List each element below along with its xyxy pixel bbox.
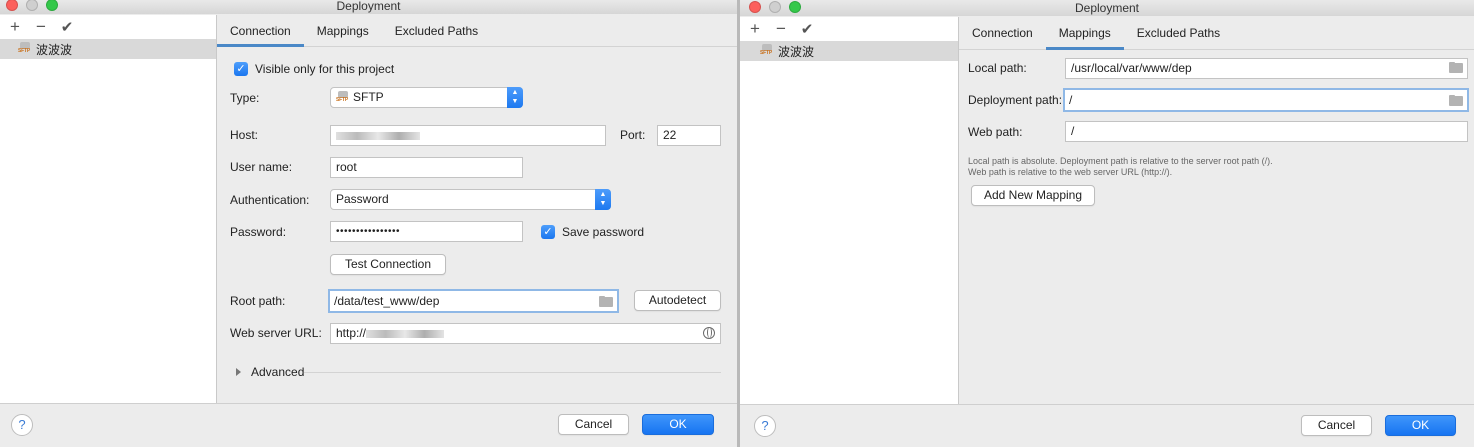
folder-icon[interactable] bbox=[1449, 95, 1463, 106]
cancel-button[interactable]: Cancel bbox=[558, 414, 629, 435]
root-path-label: Root path: bbox=[230, 294, 286, 308]
local-path-label: Local path: bbox=[968, 61, 1027, 75]
host-label: Host: bbox=[230, 128, 259, 142]
advanced-toggle[interactable]: Advanced bbox=[251, 365, 304, 379]
authentication-select[interactable]: Password ▲ ▼ bbox=[330, 189, 611, 210]
web-server-url-label: Web server URL: bbox=[230, 326, 322, 340]
root-path-input[interactable]: /data/test_www/dep bbox=[328, 289, 619, 313]
footer-divider bbox=[0, 403, 737, 404]
deployment-path-input[interactable]: / bbox=[1063, 88, 1469, 112]
select-arrows-icon: ▲ ▼ bbox=[595, 189, 611, 210]
mappings-panel: Local path: /usr/local/var/www/dep Deplo… bbox=[740, 0, 1474, 447]
host-input[interactable] bbox=[330, 125, 606, 146]
footer-divider bbox=[740, 404, 1474, 405]
ok-button[interactable]: OK bbox=[1385, 415, 1456, 436]
deployment-window-mappings: Deployment + − ✔ SFTP 波波波 Connection Map… bbox=[740, 0, 1474, 447]
select-arrows-icon: ▲ ▼ bbox=[507, 87, 523, 108]
hint-web-path: Web path is relative to the web server U… bbox=[968, 167, 1173, 177]
password-label: Password: bbox=[230, 225, 287, 239]
username-label: User name: bbox=[230, 160, 293, 174]
autodetect-button[interactable]: Autodetect bbox=[634, 290, 721, 311]
redacted-url bbox=[366, 329, 445, 338]
cancel-button[interactable]: Cancel bbox=[1301, 415, 1372, 436]
hint-local-path: Local path is absolute. Deployment path … bbox=[968, 156, 1273, 166]
divider bbox=[304, 372, 721, 373]
help-button[interactable]: ? bbox=[754, 415, 776, 437]
port-label: Port: bbox=[620, 128, 646, 142]
password-input[interactable]: •••••••••••••••• bbox=[330, 221, 523, 242]
visible-only-checkbox[interactable]: ✓ bbox=[234, 62, 248, 76]
authentication-value: Password bbox=[336, 192, 389, 206]
type-label: Type: bbox=[230, 91, 260, 105]
ok-button[interactable]: OK bbox=[642, 414, 714, 435]
help-button[interactable]: ? bbox=[11, 414, 33, 436]
visible-only-label: Visible only for this project bbox=[255, 62, 395, 76]
username-input[interactable]: root bbox=[330, 157, 523, 178]
local-path-input[interactable]: /usr/local/var/www/dep bbox=[1065, 58, 1468, 79]
expand-arrow-icon[interactable] bbox=[236, 368, 241, 376]
deployment-path-label: Deployment path: bbox=[968, 93, 1063, 107]
web-path-input[interactable]: / bbox=[1065, 121, 1468, 142]
globe-icon[interactable] bbox=[703, 327, 715, 339]
save-password-checkbox[interactable]: ✓ bbox=[541, 225, 555, 239]
folder-icon[interactable] bbox=[1449, 62, 1463, 73]
connection-panel: ✓ Visible only for this project Type: SF… bbox=[0, 0, 737, 447]
save-password-label: Save password bbox=[562, 225, 645, 239]
redacted-host bbox=[336, 131, 420, 140]
deployment-window-connection: Deployment + − ✔ SFTP 波波波 Connection Map… bbox=[0, 0, 737, 447]
sftp-icon: SFTP bbox=[336, 90, 350, 105]
type-value: SFTP bbox=[353, 90, 384, 104]
folder-icon[interactable] bbox=[599, 296, 613, 307]
web-server-url-input[interactable]: http:// bbox=[330, 323, 721, 344]
web-path-label: Web path: bbox=[968, 125, 1023, 139]
type-select[interactable]: SFTP SFTP ▲ ▼ bbox=[330, 87, 523, 108]
port-input[interactable]: 22 bbox=[657, 125, 721, 146]
test-connection-button[interactable]: Test Connection bbox=[330, 254, 446, 275]
authentication-label: Authentication: bbox=[230, 193, 310, 207]
add-new-mapping-button[interactable]: Add New Mapping bbox=[971, 185, 1095, 206]
